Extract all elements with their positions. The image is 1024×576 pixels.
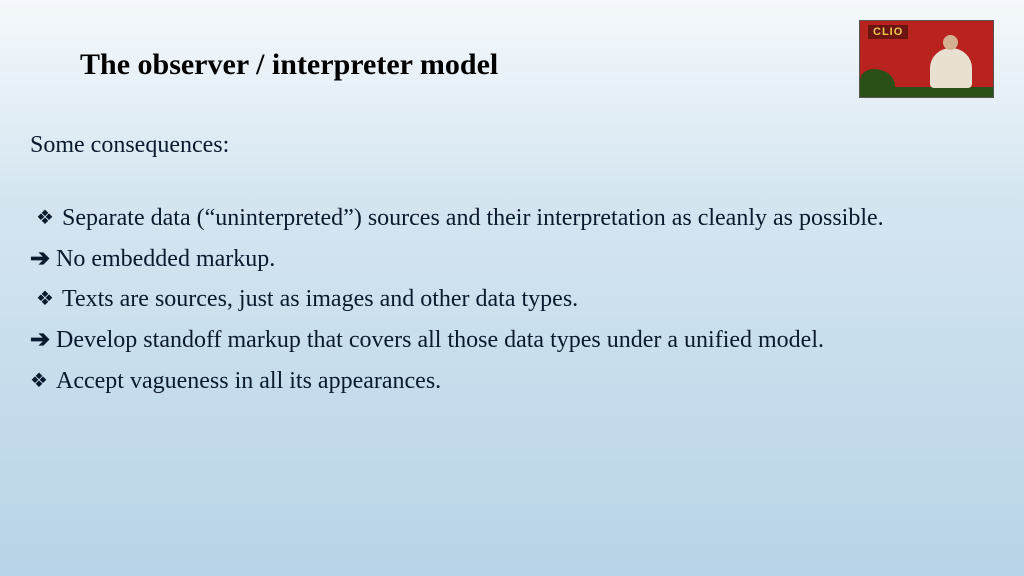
slide-content: Some consequences: ❖ Separate data (“uni… (0, 98, 1024, 399)
list-item-text: Develop standoff markup that covers all … (56, 323, 994, 358)
diamond-bullet-icon: ❖ (36, 201, 62, 235)
slide-header: The observer / interpreter model CLIO (0, 0, 1024, 98)
list-item: ❖ Texts are sources, just as images and … (30, 282, 994, 317)
logo-label: CLIO (868, 25, 908, 39)
clio-logo-image: CLIO (859, 20, 994, 98)
logo-figure-body (930, 48, 972, 88)
logo-foliage (860, 69, 895, 97)
list-item: ❖ Separate data (“uninterpreted”) source… (30, 201, 994, 236)
intro-text: Some consequences: (30, 128, 994, 163)
list-item-text: Accept vagueness in all its appearances. (56, 364, 994, 399)
arrow-bullet-icon: ➔ (30, 323, 56, 358)
list-item: ➔ No embedded markup. (30, 242, 994, 277)
arrow-bullet-icon: ➔ (30, 242, 56, 277)
logo-figure (925, 33, 975, 88)
diamond-bullet-icon: ❖ (30, 364, 56, 398)
bullet-list: ❖ Separate data (“uninterpreted”) source… (30, 201, 994, 399)
list-item-text: Texts are sources, just as images and ot… (62, 282, 994, 317)
list-item: ❖ Accept vagueness in all its appearance… (30, 364, 994, 399)
logo-figure-head (943, 35, 958, 50)
diamond-bullet-icon: ❖ (36, 282, 62, 316)
list-item-text: No embedded markup. (56, 242, 994, 277)
list-item: ➔ Develop standoff markup that covers al… (30, 323, 994, 358)
list-item-text: Separate data (“uninterpreted”) sources … (62, 201, 994, 236)
slide-title: The observer / interpreter model (80, 48, 498, 82)
